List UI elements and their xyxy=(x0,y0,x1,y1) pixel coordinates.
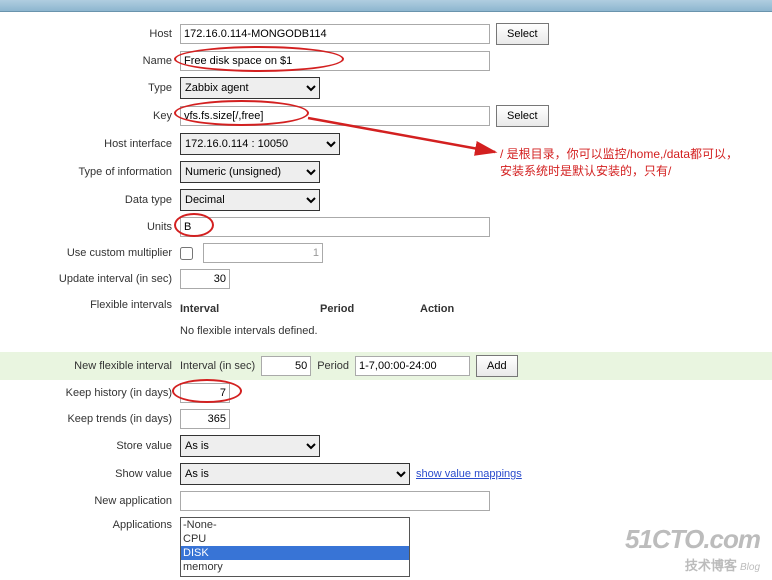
newflex-label: New flexible interval xyxy=(0,360,180,372)
item-form: Host Select Name Type Zabbix agent Key S… xyxy=(0,12,772,580)
mult-checkbox[interactable] xyxy=(180,247,193,260)
show-select[interactable]: As is xyxy=(180,463,410,485)
newflex-int-input[interactable] xyxy=(261,356,311,376)
flexint-label: Flexible intervals xyxy=(0,295,180,311)
host-input[interactable] xyxy=(180,24,490,44)
hist-label: Keep history (in days) xyxy=(0,387,180,399)
mult-label: Use custom multiplier xyxy=(0,247,180,259)
type-label: Type xyxy=(0,82,180,94)
newflex-int-label: Interval (in sec) xyxy=(180,360,255,372)
apps-listbox[interactable]: -None- CPU DISK memory xyxy=(180,517,410,577)
newflex-per-label: Period xyxy=(317,360,349,372)
hostif-select[interactable]: 172.16.0.114 : 10050 xyxy=(180,133,340,155)
apps-opt-cpu[interactable]: CPU xyxy=(181,532,409,546)
annotation-text: / 是根目录，你可以监控/home,/data都可以，安装系统时是默认安装的，只… xyxy=(500,146,750,180)
key-select-button[interactable]: Select xyxy=(496,105,549,127)
units-input[interactable] xyxy=(180,217,490,237)
newflex-add-button[interactable]: Add xyxy=(476,355,518,377)
apps-opt-none[interactable]: -None- xyxy=(181,518,409,532)
flex-col-interval: Interval xyxy=(180,303,320,315)
info-select[interactable]: Numeric (unsigned) xyxy=(180,161,320,183)
apps-opt-memory[interactable]: memory xyxy=(181,560,409,574)
updint-label: Update interval (in sec) xyxy=(0,273,180,285)
host-select-button[interactable]: Select xyxy=(496,23,549,45)
flex-col-period: Period xyxy=(320,303,420,315)
newapp-label: New application xyxy=(0,495,180,507)
units-label: Units xyxy=(0,221,180,233)
newflex-per-input[interactable] xyxy=(355,356,470,376)
mult-input[interactable] xyxy=(203,243,323,263)
name-input[interactable] xyxy=(180,51,490,71)
store-select[interactable]: As is xyxy=(180,435,320,457)
hist-input[interactable] xyxy=(180,383,230,403)
flex-intervals-table: Interval Period Action No flexible inter… xyxy=(180,295,490,349)
show-label: Show value xyxy=(0,468,180,480)
store-label: Store value xyxy=(0,440,180,452)
type-select[interactable]: Zabbix agent xyxy=(180,77,320,99)
trend-input[interactable] xyxy=(180,409,230,429)
datatype-label: Data type xyxy=(0,194,180,206)
newapp-input[interactable] xyxy=(180,491,490,511)
name-label: Name xyxy=(0,55,180,67)
key-label: Key xyxy=(0,110,180,122)
flex-empty-msg: No flexible intervals defined. xyxy=(180,319,490,345)
key-input[interactable] xyxy=(180,106,490,126)
updint-input[interactable] xyxy=(180,269,230,289)
hostif-label: Host interface xyxy=(0,138,180,150)
window-top-bar xyxy=(0,0,772,12)
flex-col-action: Action xyxy=(420,303,490,315)
trend-label: Keep trends (in days) xyxy=(0,413,180,425)
datatype-select[interactable]: Decimal xyxy=(180,189,320,211)
info-label: Type of information xyxy=(0,166,180,178)
apps-label: Applications xyxy=(0,517,180,531)
host-label: Host xyxy=(0,28,180,40)
show-mappings-link[interactable]: show value mappings xyxy=(416,468,522,480)
